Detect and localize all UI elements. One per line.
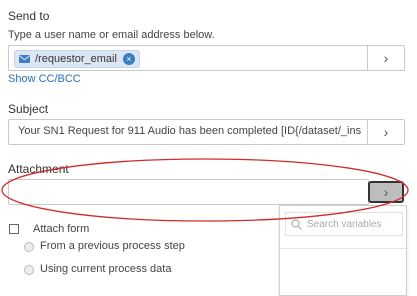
variables-search-placeholder: Search variables	[307, 218, 382, 230]
recipient-chip-label: /requestor_email	[35, 53, 117, 65]
attach-form-checkbox[interactable]	[9, 224, 19, 234]
dropdown-divider	[280, 248, 406, 249]
send-to-field[interactable]: /requestor_email ×	[8, 45, 369, 71]
attach-form-label: Attach form	[33, 223, 90, 235]
option-previous-step-label: From a previous process step	[40, 240, 185, 252]
chevron-right-icon: ›	[383, 124, 389, 140]
send-to-label: Send to	[8, 9, 50, 23]
radio-current-data[interactable]	[24, 265, 34, 275]
envelope-icon	[19, 55, 30, 63]
attachment-variables-button[interactable]: ›	[368, 181, 404, 203]
send-to-variables-button[interactable]: ›	[367, 45, 405, 71]
variables-search-input[interactable]: Search variables	[285, 212, 403, 236]
variables-dropdown: Search variables	[279, 205, 407, 296]
attachment-label: Attachment	[8, 162, 69, 176]
recipient-chip: /requestor_email ×	[14, 50, 140, 68]
radio-previous-step[interactable]	[24, 242, 34, 252]
chevron-right-icon: ›	[383, 184, 389, 200]
option-current-data-label: Using current process data	[40, 263, 172, 275]
subject-value: Your SN1 Request for 911 Audio has been …	[18, 125, 362, 137]
show-cc-bcc-link[interactable]: Show CC/BCC	[8, 73, 81, 85]
subject-label: Subject	[8, 102, 49, 116]
subject-variables-button[interactable]: ›	[367, 119, 405, 145]
close-icon[interactable]: ×	[122, 53, 135, 65]
chevron-right-icon: ›	[383, 50, 389, 66]
search-icon	[291, 218, 302, 230]
subject-field[interactable]: Your SN1 Request for 911 Audio has been …	[8, 119, 369, 145]
attachment-field[interactable]	[8, 179, 369, 205]
send-to-hint: Type a user name or email address below.	[8, 29, 215, 41]
